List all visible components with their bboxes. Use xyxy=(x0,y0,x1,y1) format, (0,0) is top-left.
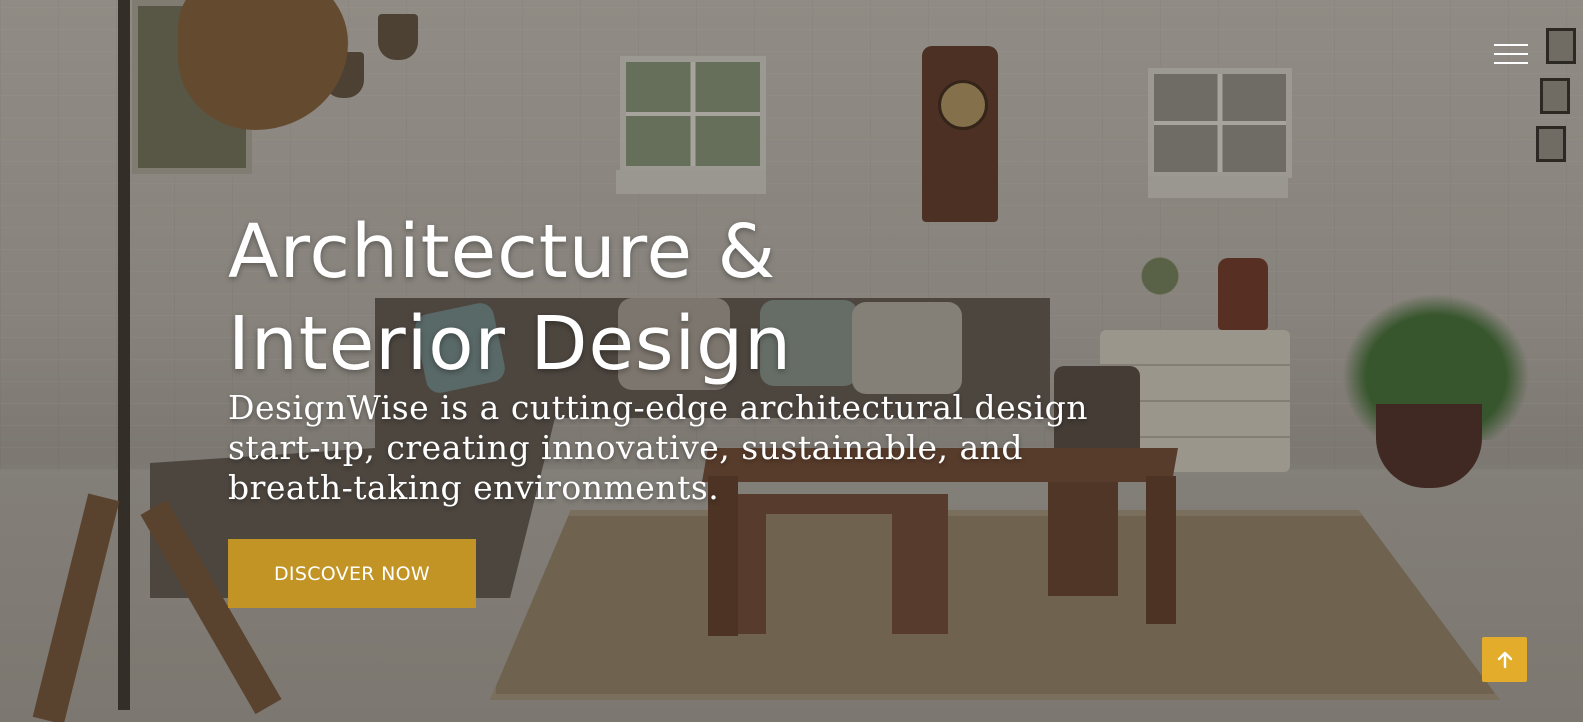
scroll-to-top-button[interactable] xyxy=(1482,637,1527,682)
menu-bar xyxy=(1494,62,1528,64)
menu-bar xyxy=(1494,44,1528,46)
headline-line-2: Interior Design xyxy=(228,301,792,387)
arrow-up-icon xyxy=(1497,651,1512,668)
hamburger-menu-icon[interactable] xyxy=(1494,40,1528,68)
menu-bar xyxy=(1494,53,1528,55)
hero-headline: Architecture & Interior Design xyxy=(228,206,868,390)
hero-subtitle: DesignWise is a cutting-edge architectur… xyxy=(228,388,1089,507)
headline-line-1: Architecture & xyxy=(228,209,777,295)
discover-now-button[interactable]: DISCOVER NOW xyxy=(228,539,476,608)
